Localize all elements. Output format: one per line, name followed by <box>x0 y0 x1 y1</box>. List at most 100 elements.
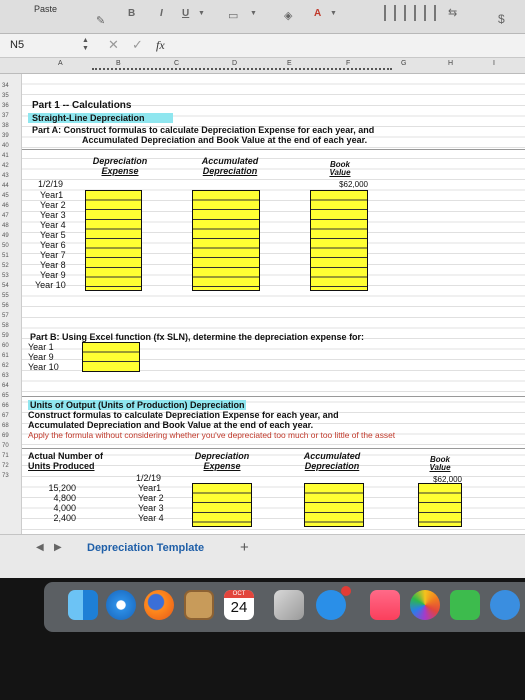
row-number[interactable]: 49 <box>2 233 9 239</box>
row-number[interactable]: 42 <box>2 163 9 169</box>
row-number[interactable]: 73 <box>2 473 9 479</box>
row-number[interactable]: 38 <box>2 123 9 129</box>
sln-input-cells[interactable] <box>82 342 140 372</box>
column-header-a[interactable]: A <box>58 60 63 67</box>
row-number[interactable]: 71 <box>2 453 9 459</box>
section-border <box>22 448 525 449</box>
row-number[interactable]: 36 <box>2 103 9 109</box>
row-number[interactable]: 39 <box>2 133 9 139</box>
wrap-icon[interactable]: ⇆ <box>448 6 457 19</box>
align-center-icon[interactable] <box>404 5 416 21</box>
name-box-stepper[interactable]: ▲ ▼ <box>82 37 89 53</box>
row-number[interactable]: 46 <box>2 203 9 209</box>
underline-button[interactable]: U <box>182 8 189 19</box>
next-sheet-button[interactable]: ▶ <box>54 542 62 553</box>
align-right-icon[interactable] <box>424 5 436 21</box>
row-number[interactable]: 69 <box>2 433 9 439</box>
row-number[interactable]: 64 <box>2 383 9 389</box>
column-header-c[interactable]: C <box>174 60 179 67</box>
excel-window: Paste ✎ B I U ▼ ▭ ▼ ◈ A ▼ ⇆ $ N5 ▲ ▼ ✕ ✓… <box>0 0 525 578</box>
straight-line-section-title: Straight-Line Depreciation <box>28 113 173 123</box>
stepper-down-icon[interactable]: ▼ <box>82 45 89 52</box>
units-book-value-input-cells[interactable] <box>418 483 462 527</box>
row-number[interactable]: 48 <box>2 223 9 229</box>
finder-icon[interactable] <box>68 590 98 620</box>
row-number[interactable]: 51 <box>2 253 9 259</box>
notes-icon[interactable] <box>184 590 214 620</box>
calendar-icon[interactable]: OCT 24 <box>224 590 254 620</box>
units-dep-expense-input-cells[interactable] <box>192 483 252 527</box>
row-number[interactable]: 47 <box>2 213 9 219</box>
column-header-h[interactable]: H <box>448 60 453 67</box>
row-number[interactable]: 62 <box>2 363 9 369</box>
row-number[interactable]: 57 <box>2 313 9 319</box>
row-number[interactable]: 40 <box>2 143 9 149</box>
year-label: Year 6 <box>40 240 66 250</box>
column-header-g[interactable]: G <box>401 60 406 67</box>
row-number[interactable]: 50 <box>2 243 9 249</box>
units-acc-dep-input-cells[interactable] <box>304 483 364 527</box>
font-color-button[interactable]: A <box>314 8 321 19</box>
more-icon[interactable] <box>490 590 520 620</box>
format-painter-icon[interactable]: ✎ <box>96 14 105 27</box>
border-icon[interactable]: ▭ <box>228 9 238 22</box>
row-number[interactable]: 68 <box>2 423 9 429</box>
row-number[interactable]: 63 <box>2 373 9 379</box>
paint-bucket-icon[interactable]: ◈ <box>284 9 292 22</box>
row-number[interactable]: 52 <box>2 263 9 269</box>
stepper-up-icon[interactable]: ▲ <box>82 37 89 44</box>
row-number[interactable]: 70 <box>2 443 9 449</box>
dep-expense-input-cells[interactable] <box>85 190 142 291</box>
column-header-i[interactable]: I <box>493 60 495 67</box>
firefox-icon[interactable] <box>144 590 174 620</box>
column-header-d[interactable]: D <box>232 60 237 67</box>
row-number[interactable]: 55 <box>2 293 9 299</box>
row-number[interactable]: 41 <box>2 153 9 159</box>
row-number[interactable]: 56 <box>2 303 9 309</box>
paste-button[interactable]: Paste <box>34 4 57 14</box>
row-number[interactable]: 72 <box>2 463 9 469</box>
add-sheet-button[interactable]: + <box>240 539 249 556</box>
row-number[interactable]: 35 <box>2 93 9 99</box>
row-number[interactable]: 43 <box>2 173 9 179</box>
border-dropdown-icon[interactable]: ▼ <box>250 10 257 17</box>
confirm-formula-button[interactable]: ✓ <box>132 37 143 53</box>
safari-icon[interactable] <box>106 590 136 620</box>
row-number[interactable]: 60 <box>2 343 9 349</box>
units-instruction-line1: Construct formulas to calculate Deprecia… <box>28 410 339 420</box>
row-number[interactable]: 66 <box>2 403 9 409</box>
row-number[interactable]: 53 <box>2 273 9 279</box>
row-number[interactable]: 34 <box>2 83 9 89</box>
insert-function-button[interactable]: fx <box>156 38 165 53</box>
spreadsheet-grid[interactable]: 34 35 36 37 38 39 40 41 42 43 44 45 46 4… <box>0 74 525 534</box>
row-number[interactable]: 67 <box>2 413 9 419</box>
align-left-icon[interactable] <box>384 5 396 21</box>
row-number[interactable]: 44 <box>2 183 9 189</box>
column-header-e[interactable]: E <box>287 60 292 67</box>
bold-button[interactable]: B <box>128 8 135 19</box>
row-number[interactable]: 45 <box>2 193 9 199</box>
row-number[interactable]: 58 <box>2 323 9 329</box>
row-number[interactable]: 65 <box>2 393 9 399</box>
column-header-b[interactable]: B <box>116 60 121 67</box>
column-header-f[interactable]: F <box>346 60 350 67</box>
cancel-formula-button[interactable]: ✕ <box>108 37 119 53</box>
font-color-dropdown-icon[interactable]: ▼ <box>330 10 337 17</box>
acc-dep-input-cells[interactable] <box>192 190 260 291</box>
prev-sheet-button[interactable]: ◀ <box>36 542 44 553</box>
stamp-icon[interactable] <box>274 590 304 620</box>
acc-dep-header-line2: Depreciation <box>202 166 258 176</box>
music-icon[interactable] <box>370 590 400 620</box>
name-box[interactable]: N5 <box>10 39 24 51</box>
photos-icon[interactable] <box>410 590 440 620</box>
row-number[interactable]: 61 <box>2 353 9 359</box>
tab-depreciation-template[interactable]: Depreciation Template <box>87 542 204 554</box>
italic-button[interactable]: I <box>160 8 163 19</box>
facetime-icon[interactable] <box>450 590 480 620</box>
row-number[interactable]: 59 <box>2 333 9 339</box>
underline-dropdown-icon[interactable]: ▼ <box>198 10 205 17</box>
currency-button[interactable]: $ <box>498 12 505 26</box>
row-number[interactable]: 54 <box>2 283 9 289</box>
book-value-input-cells[interactable] <box>310 190 368 291</box>
row-number[interactable]: 37 <box>2 113 9 119</box>
